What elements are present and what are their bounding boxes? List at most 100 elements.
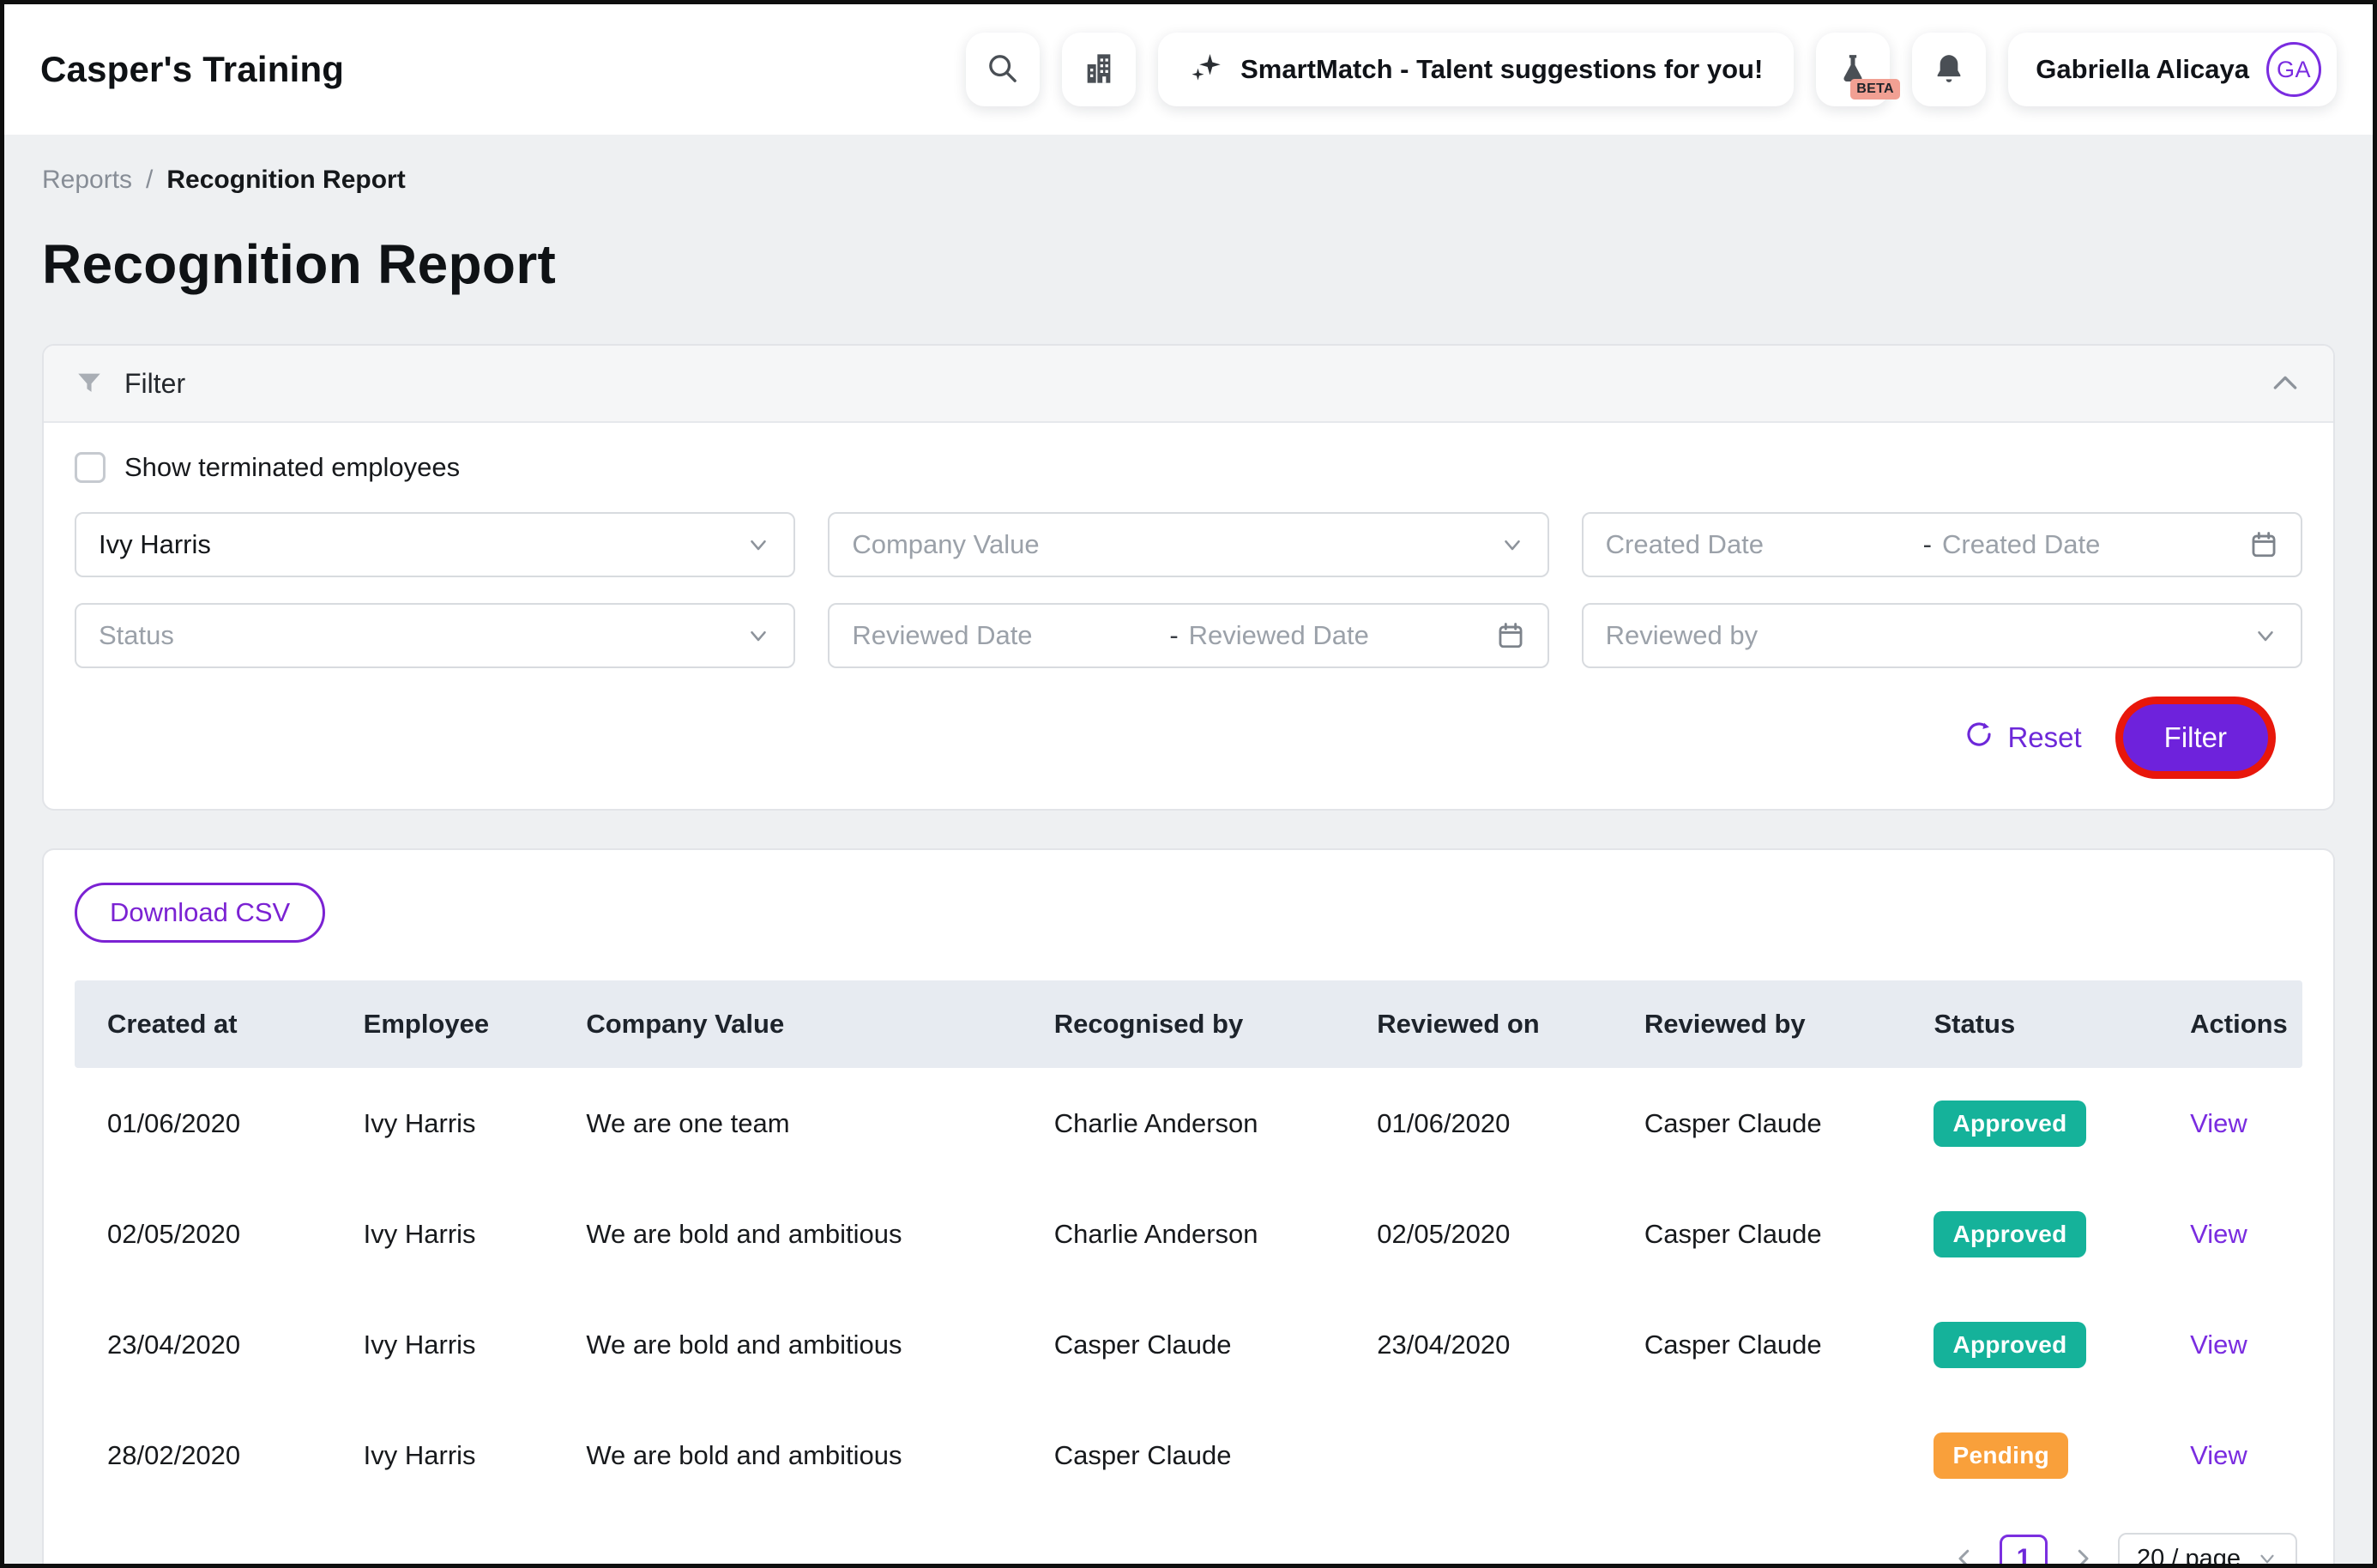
calendar-icon [1496, 621, 1525, 650]
range-separator: - [1159, 620, 1188, 651]
created-date-start[interactable]: Created Date [1606, 529, 1913, 560]
reviewed-date-end[interactable]: Reviewed Date [1189, 620, 1496, 651]
cell-company-value: We are bold and ambitious [553, 1440, 1021, 1471]
column-created-at: Created at [75, 1009, 331, 1040]
view-link[interactable]: View [2190, 1219, 2247, 1249]
previous-page-icon[interactable] [1952, 1546, 1977, 1568]
chevron-down-icon [1499, 532, 1525, 558]
filter-fields: Ivy Harris Company Value Created Date [75, 512, 2302, 668]
breadcrumb: Reports / Recognition Report [42, 166, 2335, 195]
table-row: 02/05/2020 Ivy Harris We are bold and am… [75, 1179, 2302, 1289]
show-terminated-checkbox[interactable] [75, 452, 106, 483]
pagination: 1 20 / page [75, 1533, 2302, 1568]
cell-employee: Ivy Harris [331, 1219, 554, 1250]
search-icon [986, 51, 1020, 88]
table-row: 28/02/2020 Ivy Harris We are bold and am… [75, 1400, 2302, 1511]
report-table-card: Download CSV Created at Employee Company… [42, 848, 2335, 1568]
cell-company-value: We are bold and ambitious [553, 1330, 1021, 1360]
status-badge: Pending [1934, 1432, 2068, 1479]
cell-reviewed-on: 01/06/2020 [1344, 1108, 1612, 1139]
status-badge: Approved [1934, 1101, 2085, 1147]
column-reviewed-by: Reviewed by [1612, 1009, 1902, 1040]
column-company-value: Company Value [553, 1009, 1021, 1040]
reset-label: Reset [2007, 721, 2081, 754]
cell-reviewed-by: Casper Claude [1612, 1330, 1902, 1360]
created-date-range[interactable]: Created Date - Created Date [1582, 512, 2302, 577]
download-csv-button[interactable]: Download CSV [75, 883, 325, 943]
chevron-up-icon[interactable] [2268, 366, 2302, 401]
user-name: Gabriella Alicaya [2036, 54, 2249, 85]
cell-reviewed-on: 23/04/2020 [1344, 1330, 1612, 1360]
cell-created-at: 28/02/2020 [75, 1440, 331, 1471]
status-badge: Approved [1934, 1211, 2085, 1257]
chevron-down-icon [745, 532, 771, 558]
search-button[interactable] [966, 33, 1040, 106]
reviewed-date-start[interactable]: Reviewed Date [852, 620, 1159, 651]
column-recognised-by: Recognised by [1022, 1009, 1345, 1040]
filter-actions: Reset Filter [75, 668, 2302, 809]
header-actions: SmartMatch - Talent suggestions for you!… [966, 33, 2337, 106]
filter-panel-title: Filter [124, 368, 185, 400]
cell-employee: Ivy Harris [331, 1440, 554, 1471]
cell-reviewed-by: Casper Claude [1612, 1219, 1902, 1250]
app-title: Casper's Training [40, 49, 344, 90]
page-number-button[interactable]: 1 [2000, 1535, 2048, 1568]
chevron-down-icon [2256, 1547, 2278, 1568]
user-menu[interactable]: Gabriella Alicaya GA [2008, 33, 2337, 106]
beta-badge: BETA [1850, 79, 1900, 100]
cell-employee: Ivy Harris [331, 1330, 554, 1360]
created-date-end[interactable]: Created Date [1942, 529, 2249, 560]
cell-reviewed-by: Casper Claude [1612, 1108, 1902, 1139]
cell-recognised-by: Charlie Anderson [1022, 1108, 1345, 1139]
cell-created-at: 23/04/2020 [75, 1330, 331, 1360]
page-size-select[interactable]: 20 / page [2118, 1533, 2297, 1568]
view-link[interactable]: View [2190, 1330, 2247, 1360]
table-row: 23/04/2020 Ivy Harris We are bold and am… [75, 1289, 2302, 1400]
breadcrumb-reports[interactable]: Reports [42, 166, 132, 195]
reset-icon [1964, 720, 1994, 756]
column-reviewed-on: Reviewed on [1344, 1009, 1612, 1040]
chevron-down-icon [2253, 623, 2278, 648]
recognition-table: Created at Employee Company Value Recogn… [75, 980, 2302, 1511]
app-header: Casper's Training [4, 4, 2373, 135]
employee-select[interactable]: Ivy Harris [75, 512, 795, 577]
view-link[interactable]: View [2190, 1108, 2247, 1138]
app-window: Casper's Training [0, 0, 2377, 1568]
cell-recognised-by: Casper Claude [1022, 1440, 1345, 1471]
column-employee: Employee [331, 1009, 554, 1040]
funnel-icon [75, 369, 104, 398]
notifications-button[interactable] [1912, 33, 1986, 106]
cell-employee: Ivy Harris [331, 1108, 554, 1139]
sparkles-icon [1189, 48, 1225, 91]
reviewed-by-select[interactable]: Reviewed by [1582, 603, 2302, 668]
filter-panel-header[interactable]: Filter [44, 346, 2333, 423]
reset-button[interactable]: Reset [1964, 720, 2081, 756]
page-size-value: 20 / page [2137, 1545, 2241, 1568]
chevron-down-icon [745, 623, 771, 648]
user-avatar: GA [2266, 42, 2321, 97]
smartmatch-button[interactable]: SmartMatch - Talent suggestions for you! [1158, 33, 1794, 106]
reviewed-date-range[interactable]: Reviewed Date - Reviewed Date [828, 603, 1548, 668]
page-content: Reports / Recognition Report Recognition… [4, 166, 2373, 1568]
employee-select-value: Ivy Harris [99, 529, 211, 560]
view-link[interactable]: View [2190, 1440, 2247, 1470]
company-value-placeholder: Company Value [852, 529, 1039, 560]
show-terminated-checkbox-row[interactable]: Show terminated employees [75, 452, 2302, 483]
cell-recognised-by: Casper Claude [1022, 1330, 1345, 1360]
show-terminated-label: Show terminated employees [124, 452, 460, 483]
breadcrumb-current: Recognition Report [166, 166, 405, 195]
next-page-icon[interactable] [2070, 1546, 2096, 1568]
cell-created-at: 02/05/2020 [75, 1219, 331, 1250]
company-value-select[interactable]: Company Value [828, 512, 1548, 577]
labs-button[interactable]: BETA [1816, 33, 1890, 106]
building-icon [1082, 51, 1116, 88]
calendar-icon [2249, 530, 2278, 559]
breadcrumb-separator: / [146, 166, 153, 195]
column-status: Status [1901, 1009, 2157, 1040]
company-switcher-button[interactable] [1062, 33, 1136, 106]
status-select[interactable]: Status [75, 603, 795, 668]
cell-recognised-by: Charlie Anderson [1022, 1219, 1345, 1250]
cell-reviewed-on: 02/05/2020 [1344, 1219, 1612, 1250]
filter-submit-button[interactable]: Filter [2123, 704, 2268, 771]
cell-company-value: We are one team [553, 1108, 1021, 1139]
